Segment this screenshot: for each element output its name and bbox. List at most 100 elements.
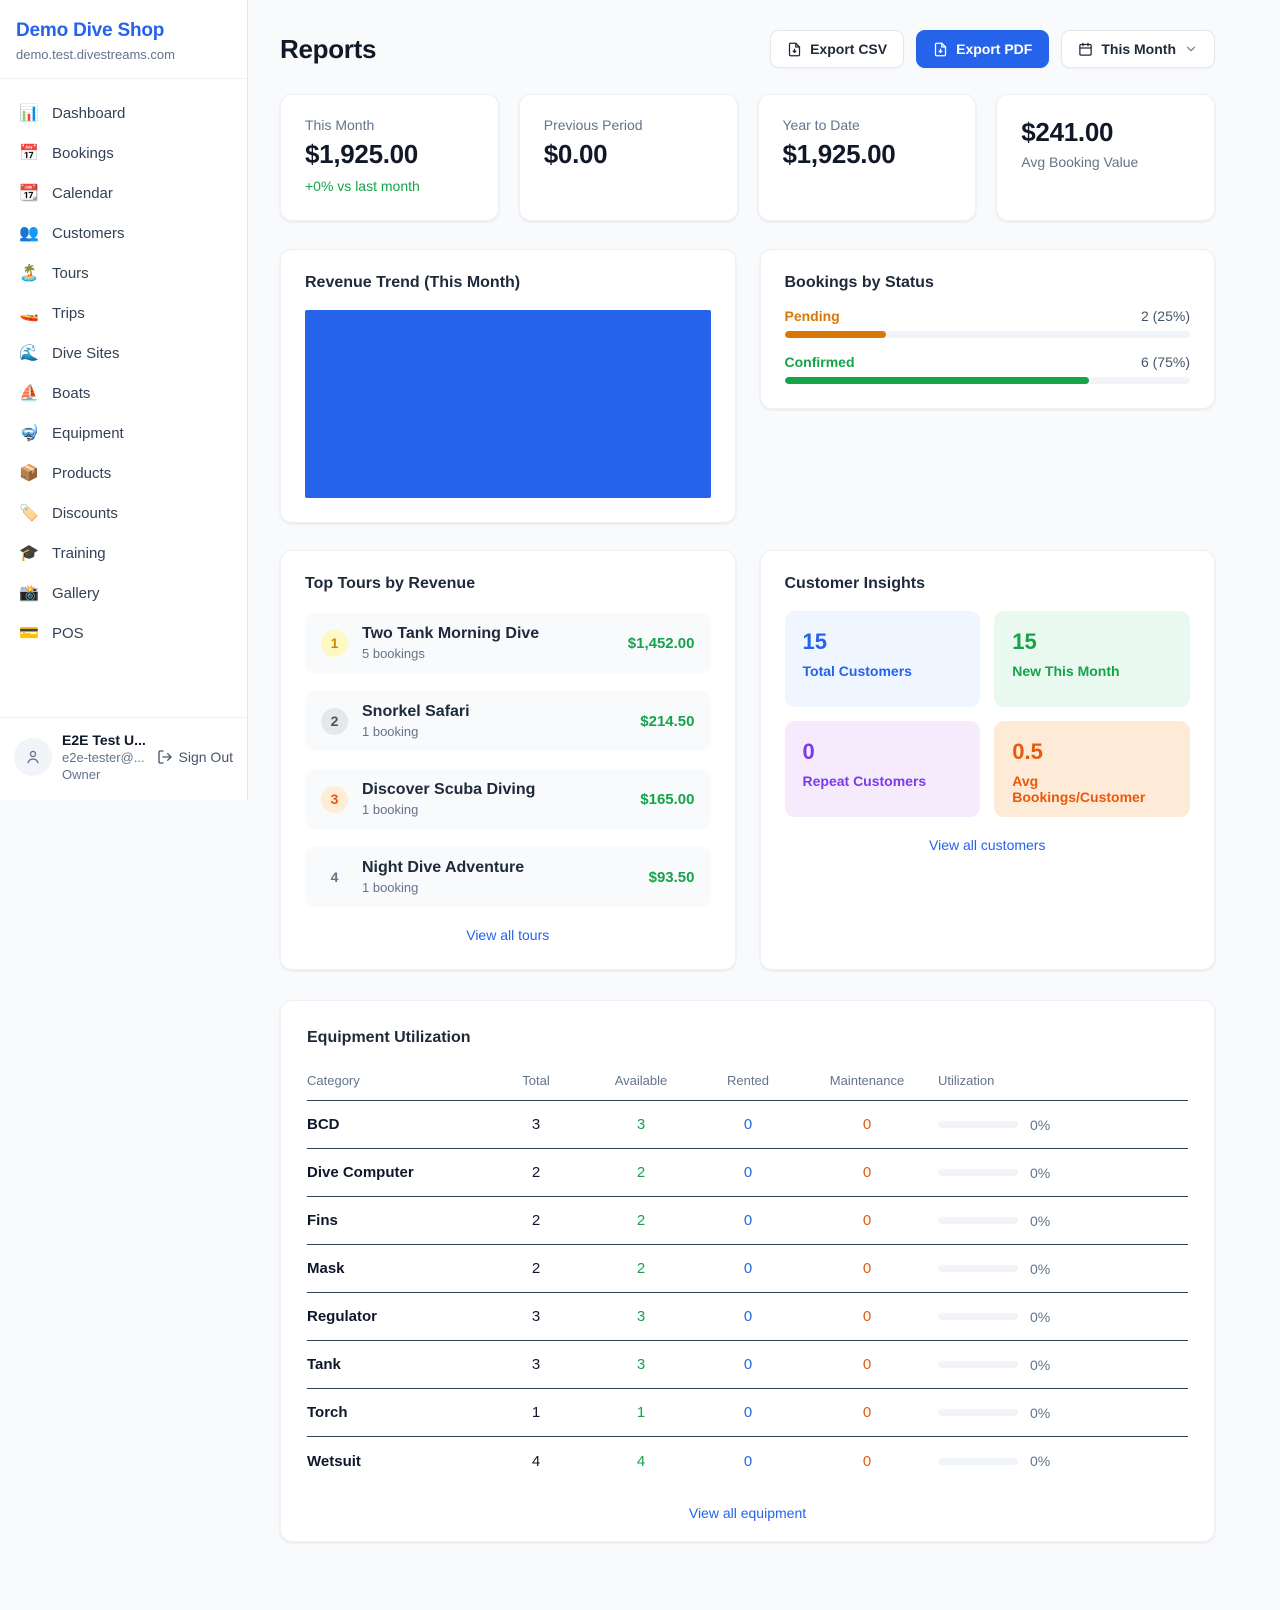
file-export-icon: [933, 42, 948, 57]
main-content: Reports Export CSV Export PDF This Month…: [280, 0, 1215, 1542]
view-all-customers-link[interactable]: View all customers: [929, 837, 1045, 853]
utilization-pct: 0%: [1030, 1213, 1050, 1229]
sign-out-button[interactable]: Sign Out: [157, 749, 233, 765]
status-label: Confirmed: [785, 354, 855, 370]
status-bar-track: [785, 377, 1191, 384]
utilization-pct: 0%: [1030, 1309, 1050, 1325]
cell-rented: 0: [700, 1212, 796, 1229]
sidebar-item-label: Bookings: [52, 145, 114, 162]
revenue-trend-card: Revenue Trend (This Month): [280, 249, 736, 523]
cell-maintenance: 0: [796, 1260, 938, 1277]
cell-utilization: 0%: [938, 1309, 1188, 1325]
sidebar-item-bookings[interactable]: 📅 Bookings: [8, 133, 239, 173]
sidebar-item-label: Discounts: [52, 505, 118, 522]
tour-bookings: 5 bookings: [362, 646, 614, 661]
export-csv-button[interactable]: Export CSV: [770, 30, 904, 68]
equipment-utilization-card: Equipment Utilization Category Total Ava…: [280, 1000, 1215, 1542]
sidebar-item-equipment[interactable]: 🤿 Equipment: [8, 413, 239, 453]
utilization-pct: 0%: [1030, 1405, 1050, 1421]
calendar-icon: 📆: [18, 183, 40, 203]
cell-total: 3: [490, 1356, 582, 1373]
customer-insights-card: Customer Insights 15 Total Customers 15 …: [760, 550, 1216, 970]
cell-rented: 0: [700, 1164, 796, 1181]
tour-name: Two Tank Morning Dive: [362, 625, 539, 642]
sidebar-item-dashboard[interactable]: 📊 Dashboard: [8, 93, 239, 133]
sidebar-item-calendar[interactable]: 📆 Calendar: [8, 173, 239, 213]
sidebar: Demo Dive Shop demo.test.divestreams.com…: [0, 0, 248, 800]
cell-rented: 0: [700, 1356, 796, 1373]
sidebar-item-label: Calendar: [52, 185, 113, 202]
insights-row: Top Tours by Revenue 1 Two Tank Morning …: [280, 550, 1215, 970]
avatar: [14, 738, 52, 776]
cell-utilization: 0%: [938, 1213, 1188, 1229]
table-row: Regulator 3 3 0 0 0%: [307, 1293, 1188, 1341]
status-item-confirmed: Confirmed 6 (75%): [785, 354, 1191, 384]
insight-value: 0.5: [1012, 739, 1172, 765]
stats-row: This Month $1,925.00 +0% vs last month P…: [280, 94, 1215, 221]
tour-list: 1 Two Tank Morning Dive 5 bookings $1,45…: [305, 613, 711, 907]
sidebar-item-pos[interactable]: 💳 POS: [8, 613, 239, 653]
table-header-row: Category Total Available Rented Maintena…: [307, 1061, 1188, 1101]
cell-total: 3: [490, 1116, 582, 1133]
rank-badge: 4: [321, 864, 348, 891]
dive-sites-icon: 🌊: [18, 343, 40, 363]
status-bar-fill: [785, 331, 886, 338]
view-all-tours-link[interactable]: View all tours: [466, 927, 549, 943]
equipment-table: Category Total Available Rented Maintena…: [307, 1061, 1188, 1485]
user-email: e2e-tester@...: [62, 750, 147, 765]
cell-utilization: 0%: [938, 1261, 1188, 1277]
utilization-bar: [938, 1121, 1018, 1128]
user-info: E2E Test U... e2e-tester@... Owner: [62, 732, 147, 782]
export-pdf-button[interactable]: Export PDF: [916, 30, 1049, 68]
bookings-by-status-card: Bookings by Status Pending 2 (25%) Confi…: [760, 249, 1216, 409]
stat-value: $1,925.00: [783, 139, 952, 170]
insight-tile-new-this-month: 15 New This Month: [994, 611, 1190, 707]
stat-card-this-month: This Month $1,925.00 +0% vs last month: [280, 94, 499, 221]
sidebar-item-gallery[interactable]: 📸 Gallery: [8, 573, 239, 613]
tour-name: Discover Scuba Diving: [362, 781, 535, 798]
equipment-icon: 🤿: [18, 423, 40, 443]
table-row: Wetsuit 4 4 0 0 0%: [307, 1437, 1188, 1485]
stat-value: $0.00: [544, 139, 713, 170]
sidebar-item-label: Trips: [52, 305, 85, 322]
utilization-pct: 0%: [1030, 1117, 1050, 1133]
utilization-pct: 0%: [1030, 1261, 1050, 1277]
shop-domain: demo.test.divestreams.com: [16, 47, 231, 62]
sidebar-item-label: Training: [52, 545, 106, 562]
cell-maintenance: 0: [796, 1116, 938, 1133]
status-count: 2 (25%): [1141, 308, 1190, 324]
tour-amount: $93.50: [649, 869, 695, 886]
cell-total: 3: [490, 1308, 582, 1325]
cell-available: 2: [582, 1164, 700, 1181]
user-role: Owner: [62, 767, 147, 782]
sidebar-item-trips[interactable]: 🚤 Trips: [8, 293, 239, 333]
stat-value: $1,925.00: [305, 139, 474, 170]
utilization-bar: [938, 1409, 1018, 1416]
period-label: This Month: [1101, 41, 1176, 57]
boats-icon: ⛵: [18, 383, 40, 403]
cell-rented: 0: [700, 1260, 796, 1277]
sidebar-item-dive-sites[interactable]: 🌊 Dive Sites: [8, 333, 239, 373]
rank-badge: 1: [321, 630, 348, 657]
sidebar-item-products[interactable]: 📦 Products: [8, 453, 239, 493]
stat-delta: +0% vs last month: [305, 178, 474, 194]
utilization-bar: [938, 1361, 1018, 1368]
sidebar-item-tours[interactable]: 🏝️ Tours: [8, 253, 239, 293]
table-row: Tank 3 3 0 0 0%: [307, 1341, 1188, 1389]
sidebar-item-customers[interactable]: 👥 Customers: [8, 213, 239, 253]
insight-label: Repeat Customers: [803, 773, 963, 789]
tour-bookings: 1 booking: [362, 880, 635, 895]
cell-total: 4: [490, 1453, 582, 1470]
table-row: Mask 2 2 0 0 0%: [307, 1245, 1188, 1293]
col-utilization: Utilization: [938, 1073, 1188, 1088]
view-all-equipment-link[interactable]: View all equipment: [689, 1505, 806, 1521]
period-dropdown[interactable]: This Month: [1061, 30, 1215, 68]
cell-rented: 0: [700, 1453, 796, 1470]
sidebar-item-training[interactable]: 🎓 Training: [8, 533, 239, 573]
sidebar-item-boats[interactable]: ⛵ Boats: [8, 373, 239, 413]
dashboard-icon: 📊: [18, 103, 40, 123]
file-export-icon: [787, 42, 802, 57]
insight-tile-repeat-customers: 0 Repeat Customers: [785, 721, 981, 817]
cell-available: 3: [582, 1116, 700, 1133]
sidebar-item-discounts[interactable]: 🏷️ Discounts: [8, 493, 239, 533]
